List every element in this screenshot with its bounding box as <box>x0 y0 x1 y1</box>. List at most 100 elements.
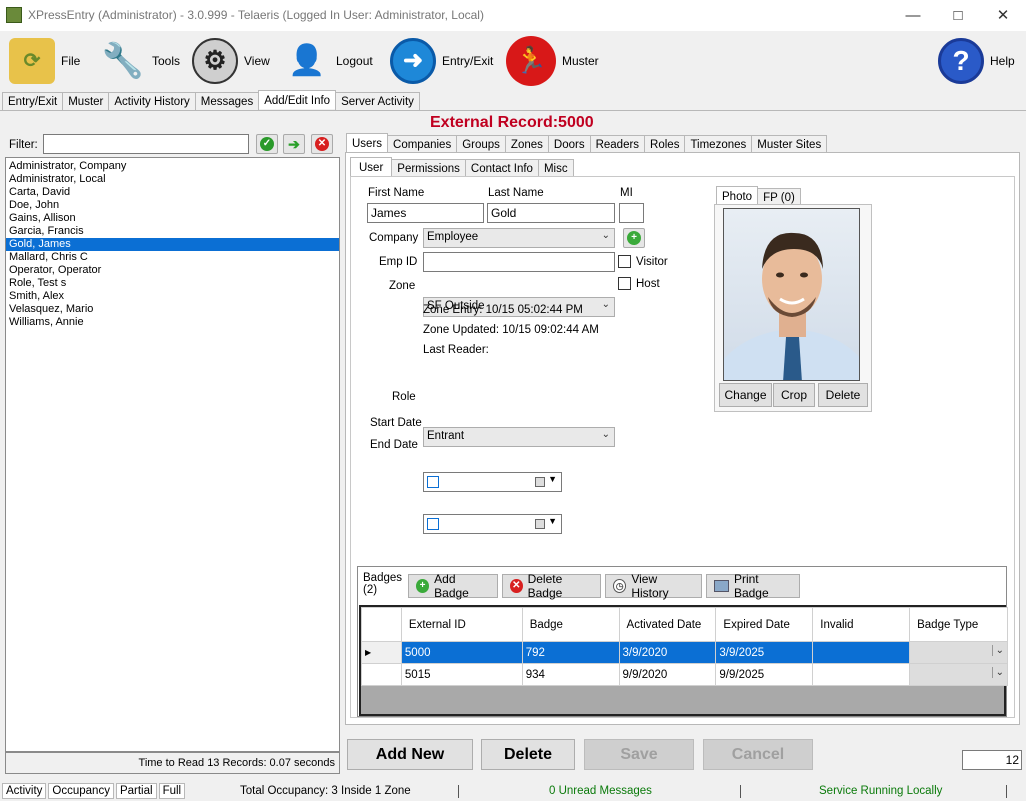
print-badge-button[interactable]: Print Badge <box>706 572 800 600</box>
start-date-checkbox[interactable] <box>427 476 439 488</box>
filter-next-button[interactable]: ➔ <box>283 134 305 154</box>
list-item[interactable]: Gold, James <box>6 238 339 251</box>
view-history-button[interactable]: ◷ View History <box>605 572 702 600</box>
maximize-icon[interactable]: □ <box>935 5 981 27</box>
start-date-picker[interactable]: ▼ <box>423 472 562 492</box>
column-header-activated-date[interactable]: Activated Date <box>618 607 717 642</box>
column-header-invalid[interactable]: Invalid <box>812 607 911 642</box>
window-title: XPressEntry (Administrator) - 3.0.999 - … <box>28 8 484 22</box>
tab-user[interactable]: User <box>350 157 393 176</box>
column-header-badge[interactable]: Badge <box>521 607 620 642</box>
tools-button[interactable]: 🔧 Tools <box>100 31 180 90</box>
list-item[interactable]: Operator, Operator <box>6 264 339 277</box>
column-header-expired-date[interactable]: Expired Date <box>715 607 814 642</box>
filter-clear-button[interactable]: ✕ <box>311 134 333 154</box>
filter-apply-button[interactable]: ✓ <box>256 134 278 154</box>
muster-button[interactable]: 🏃 Muster <box>506 31 599 90</box>
status-divider <box>458 785 459 798</box>
logout-button[interactable]: 👤 Logout <box>284 31 372 90</box>
tab-photo[interactable]: Photo <box>716 186 759 206</box>
badge-type-select[interactable]: ⌄ <box>909 641 1008 664</box>
list-item[interactable]: Gains, Allison <box>6 212 339 225</box>
unread-messages[interactable]: 0 Unread Messages <box>549 785 652 797</box>
tab-muster[interactable]: Muster <box>62 92 110 111</box>
tab-messages[interactable]: Messages <box>194 92 260 111</box>
close-icon[interactable]: ✕ <box>980 5 1026 27</box>
status-tab-partial[interactable]: Partial <box>115 783 157 799</box>
company-select[interactable]: Employee ⌄ <box>423 228 615 248</box>
status-tab-activity[interactable]: Activity <box>2 783 47 799</box>
badges-grid[interactable]: External ID Badge Activated Date Expired… <box>359 605 1008 716</box>
badges-label: Badges (2) <box>363 572 403 596</box>
row-selector[interactable] <box>361 663 402 686</box>
save-button[interactable]: Save <box>584 739 694 770</box>
cancel-button[interactable]: Cancel <box>703 739 813 770</box>
list-item[interactable]: Administrator, Local <box>6 173 339 186</box>
filter-input[interactable] <box>43 134 249 154</box>
tab-entry-exit[interactable]: Entry/Exit <box>2 92 64 111</box>
host-checkbox[interactable] <box>618 277 631 290</box>
plus-icon: + <box>627 231 641 245</box>
list-item[interactable]: Doe, John <box>6 199 339 212</box>
list-item[interactable]: Role, Test s <box>6 277 339 290</box>
change-photo-button[interactable]: Change <box>719 383 772 407</box>
emp-id-field[interactable] <box>423 252 615 272</box>
table-row[interactable]: 5015 934 9/9/2020 9/9/2025 ⌄ <box>361 663 1008 686</box>
list-item[interactable]: Administrator, Company <box>6 160 339 173</box>
column-header-badge-type[interactable]: Badge Type <box>909 607 1008 642</box>
status-divider <box>740 785 741 798</box>
column-header-external-id[interactable]: External ID <box>400 607 523 642</box>
delete-badge-button[interactable]: ✕ Delete Badge <box>502 572 601 600</box>
delete-button[interactable]: Delete <box>481 739 575 770</box>
list-item[interactable]: Garcia, Francis <box>6 225 339 238</box>
tab-activity-history[interactable]: Activity History <box>108 92 196 111</box>
title-bar: XPressEntry (Administrator) - 3.0.999 - … <box>0 0 1026 31</box>
list-item[interactable]: Carta, David <box>6 186 339 199</box>
green-arrow-icon: ➔ <box>288 135 300 152</box>
row-header-corner <box>361 607 402 642</box>
visitor-checkbox[interactable] <box>618 255 631 268</box>
view-button[interactable]: ⚙ View <box>192 31 270 90</box>
list-item[interactable]: Velasquez, Mario <box>6 303 339 316</box>
minimize-icon[interactable]: — <box>890 5 936 27</box>
list-item[interactable]: Mallard, Chris C <box>6 251 339 264</box>
end-date-picker[interactable]: ▼ <box>423 514 562 534</box>
entry-exit-button[interactable]: ➜ Entry/Exit <box>390 31 493 90</box>
status-tab-occupancy[interactable]: Occupancy <box>48 783 114 799</box>
start-date-label: Start Date <box>370 417 422 429</box>
list-item[interactable]: Smith, Alex <box>6 290 339 303</box>
last-name-field[interactable] <box>487 203 615 223</box>
user-list[interactable]: Administrator, Company Administrator, Lo… <box>5 157 340 752</box>
add-badge-button[interactable]: + Add Badge <box>408 572 498 600</box>
tab-underline <box>0 110 1026 111</box>
clock-icon: ◷ <box>613 579 627 593</box>
crop-photo-button[interactable]: Crop <box>773 383 815 407</box>
add-company-button[interactable]: + <box>623 228 645 248</box>
filter-label: Filter: <box>9 139 38 151</box>
badge-type-select[interactable]: ⌄ <box>909 663 1008 686</box>
list-item[interactable]: Williams, Annie <box>6 316 339 329</box>
tab-users[interactable]: Users <box>346 133 389 152</box>
zone-entry-text: Zone Entry: 10/15 05:02:44 PM <box>423 304 583 316</box>
visitor-label: Visitor <box>636 256 668 268</box>
user-photo <box>723 208 860 381</box>
table-row[interactable]: ▶ 5000 792 3/9/2020 3/9/2025 ⌄ <box>361 641 1008 664</box>
first-name-label: First Name <box>368 187 425 199</box>
mi-field[interactable] <box>619 203 644 223</box>
page-number-box[interactable]: 12 <box>962 750 1022 770</box>
delete-photo-button[interactable]: Delete <box>818 383 868 407</box>
company-label: Company <box>369 232 419 244</box>
folder-icon: ⟳ <box>9 37 55 84</box>
status-tab-full[interactable]: Full <box>158 783 186 799</box>
first-name-field[interactable] <box>367 203 484 223</box>
end-date-checkbox[interactable] <box>427 518 439 530</box>
file-button[interactable]: ⟳ File <box>9 31 80 90</box>
help-button[interactable]: ? Help <box>938 31 1015 90</box>
status-divider <box>1006 785 1007 798</box>
row-selector-icon: ▶ <box>361 641 402 664</box>
add-new-button[interactable]: Add New <box>347 739 473 770</box>
role-select[interactable]: Entrant ⌄ <box>423 427 615 447</box>
tab-add-edit-info[interactable]: Add/Edit Info <box>258 90 337 109</box>
tab-server-activity[interactable]: Server Activity <box>335 92 420 111</box>
photo-tabs: Photo FP (0) <box>716 186 801 206</box>
